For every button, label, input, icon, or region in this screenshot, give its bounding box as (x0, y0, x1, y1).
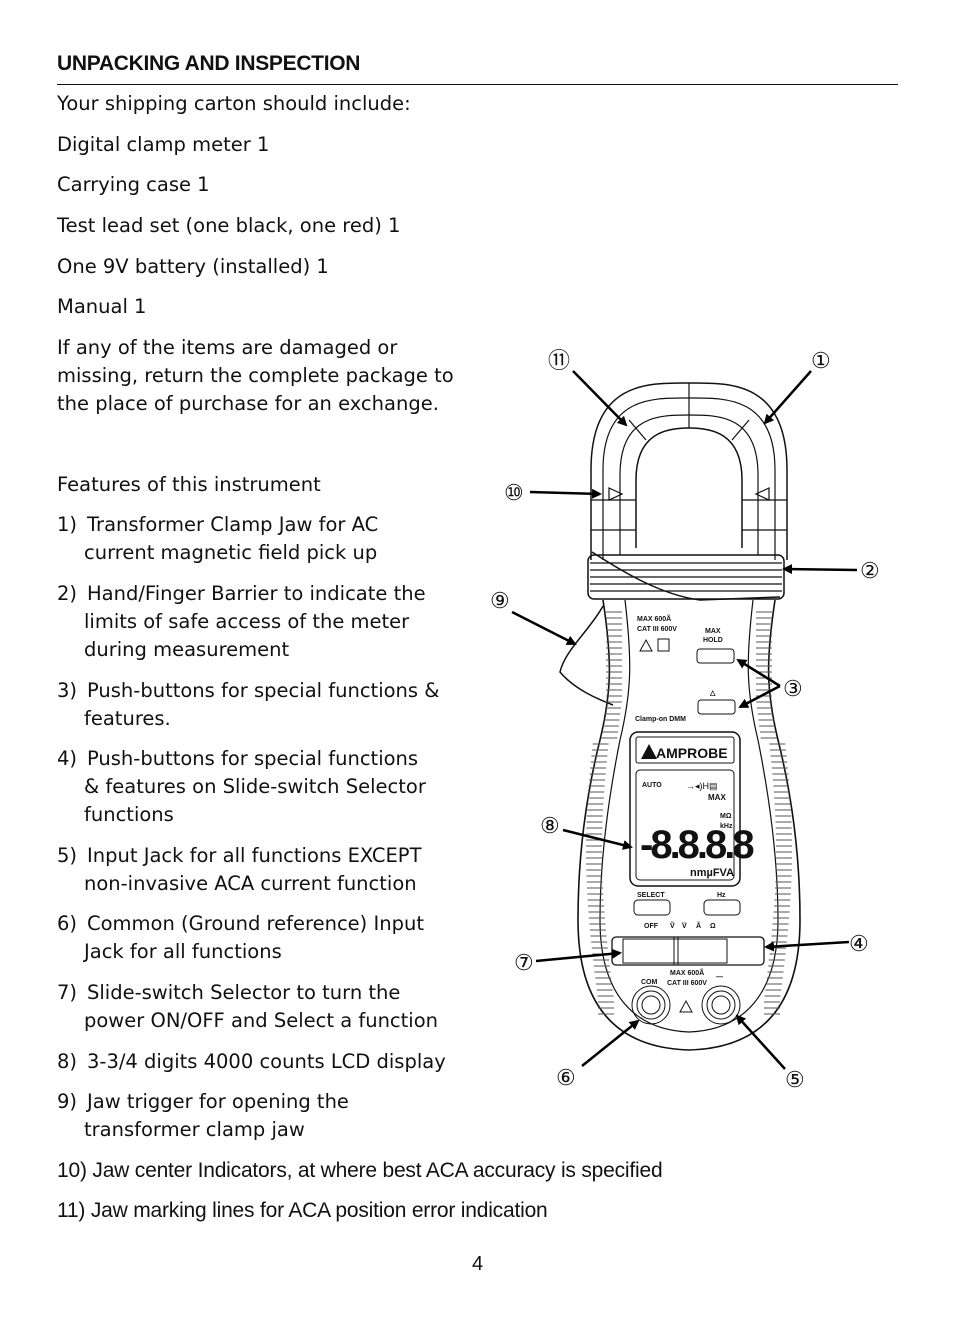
warning-icon (639, 638, 653, 652)
select-label: SELECT (637, 892, 665, 899)
lcd-unit-mohm: MΩ (720, 813, 732, 820)
hz-label: Hz (717, 892, 726, 899)
max-hold-button[interactable] (696, 648, 735, 664)
callout-9: ⑨ (490, 588, 510, 613)
contents-item: Carrying case 1 (57, 173, 210, 196)
lightning-icon (657, 638, 670, 652)
contents-item: One 9V battery (installed) 1 (57, 255, 329, 278)
jaw-opening (635, 427, 743, 548)
switch-aac-label: Ã (696, 921, 701, 930)
feature-number: 11) (57, 1199, 86, 1222)
switch-vdc-label: V̅ (681, 922, 687, 930)
damage-note-line: the place of purchase for an exchange. (57, 392, 439, 415)
brand-name: AMPROBE (656, 745, 728, 761)
contents-item: Test lead set (one black, one red) 1 (57, 214, 401, 237)
callout-10: ⑩ (504, 480, 524, 505)
feature-item: 5) Input Jack for all functions EXCEPT no… (57, 844, 422, 895)
select-button[interactable] (633, 899, 671, 916)
callout-4: ④ (849, 931, 869, 956)
feature-item: 3) Push-buttons for special functions & f… (57, 679, 440, 730)
callout-8: ⑧ (540, 813, 560, 838)
jack-rating-label: CAT III 600V (667, 980, 707, 987)
switch-ohm-label: Ω (710, 923, 716, 930)
rating-label: CAT III 600V (637, 626, 677, 633)
page-number: 4 (472, 1253, 484, 1275)
contents-item: Manual 1 (57, 295, 147, 318)
callout-11: ⑪ (548, 348, 570, 373)
section-heading: UNPACKING AND INSPECTION (57, 52, 361, 75)
callout-1: ① (811, 348, 831, 373)
feature-item: 4) Push-buttons for special functions & f… (57, 747, 426, 826)
feature-number: 2) (57, 582, 78, 605)
feature-item: 9) Jaw trigger for opening the transforme… (57, 1090, 349, 1141)
features-title: Features of this instrument (57, 473, 321, 496)
warning-icon (679, 999, 693, 1013)
feature-item: 11) Jaw marking lines for ACA position e… (57, 1199, 548, 1222)
callout-7: ⑦ (514, 950, 534, 975)
com-label: COM (641, 979, 658, 986)
feature-number: 8) (57, 1050, 78, 1073)
lcd-auto-indicator: AUTO (642, 782, 662, 789)
lcd-unit-khz: kHz (720, 823, 733, 830)
feature-item: 10) Jaw center Indicators, at where best… (57, 1159, 663, 1182)
delta-button[interactable] (697, 699, 736, 715)
jack-rating-label: MAX 600Ã (670, 968, 704, 977)
clamp-meter-diagram: MAX 600Ã CAT III 600V MAX HOLD △ Clamp-o… (490, 348, 880, 1092)
input-jack[interactable] (701, 985, 741, 1025)
damage-note-line: If any of the items are damaged or (57, 336, 398, 359)
slide-switch-selector[interactable] (622, 938, 728, 964)
feature-number: 4) (57, 747, 78, 770)
damage-note-line: missing, return the complete package to (57, 364, 454, 387)
lcd-max-indicator: MAX (708, 793, 726, 802)
feature-number: 1) (57, 513, 78, 536)
hold-label: HOLD (703, 637, 723, 644)
feature-item: 8) 3-3/4 digits 4000 counts LCD display (57, 1048, 446, 1076)
hz-button[interactable] (703, 899, 741, 916)
heading-divider (57, 84, 898, 85)
feature-item: 6) Common (Ground reference) Input Jack f… (57, 912, 424, 963)
switch-off-label: OFF (644, 923, 659, 930)
callout-2: ② (860, 558, 880, 583)
rating-label: MAX 600Ã (637, 614, 671, 623)
feature-number: 3) (57, 679, 78, 702)
callout-5: ⑤ (785, 1067, 805, 1092)
switch-vac-label: Ṽ (670, 921, 675, 930)
com-jack[interactable] (631, 985, 671, 1025)
feature-number: 10) (57, 1159, 87, 1182)
feature-item: 2) Hand/Finger Barrier to indicate the li… (57, 582, 426, 661)
lcd-units-bottom: nmµFVA (690, 867, 734, 879)
max-label: MAX (705, 628, 721, 635)
callout-6: ⑥ (556, 1065, 576, 1090)
lcd-diode-continuity-icons: →◂)H▤ (686, 781, 718, 791)
lcd-digits: -8.8.8.8 (640, 823, 754, 867)
feature-number: 6) (57, 912, 78, 935)
feature-item: 1) Transformer Clamp Jaw for AC current m… (57, 513, 379, 564)
delta-label: △ (709, 690, 716, 697)
feature-number: 5) (57, 844, 78, 867)
minus-label: — (716, 974, 723, 981)
model-label: Clamp-on DMM (635, 716, 686, 723)
intro-text: Your shipping carton should include: (57, 92, 411, 115)
amprobe-logo-icon (641, 744, 657, 759)
callout-3: ③ (783, 676, 803, 701)
jaw-trigger (559, 605, 614, 706)
feature-number: 9) (57, 1090, 78, 1113)
feature-item: 7) Slide-switch Selector to turn the powe… (57, 981, 438, 1032)
contents-item: Digital clamp meter 1 (57, 133, 270, 156)
feature-number: 7) (57, 981, 78, 1004)
slide-switch-track (611, 936, 765, 966)
